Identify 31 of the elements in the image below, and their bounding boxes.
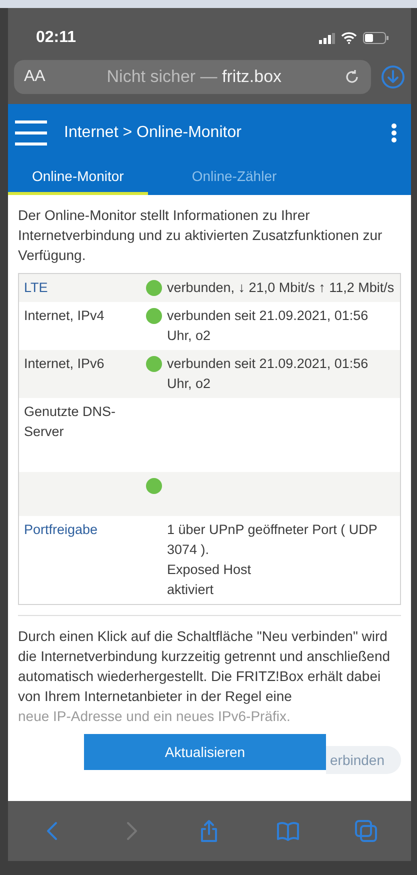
signal-icon xyxy=(319,32,335,44)
explanation-text-faded: neue IP-Adresse und ein neues IPv6-Präfix. xyxy=(18,707,292,726)
refresh-button[interactable]: Aktualisieren xyxy=(84,734,326,770)
intro-text: Der Online-Monitor stellt Informationen zu Ihrer Internetverbindung und zu aktivierten Zusatzfunktionen zur Verfügung. xyxy=(18,206,384,265)
clock-time: 02:11 xyxy=(36,29,76,47)
reconnect-button[interactable]: erbinden xyxy=(326,746,400,774)
row-label: Internet, IPv4 xyxy=(23,307,106,325)
text-size-button[interactable]: AA xyxy=(24,68,46,86)
row-value: Exposed Host xyxy=(167,561,252,579)
address-bar[interactable]: AA Nicht sicher — fritz.box xyxy=(14,60,371,94)
breadcrumb: Internet > Online-Monitor xyxy=(64,124,242,142)
tab[interactable]: Online-Zähler xyxy=(168,164,301,195)
url-text: Nicht sicher — fritz.box xyxy=(106,67,283,87)
more-icon[interactable] xyxy=(391,123,397,143)
battery-icon xyxy=(363,32,389,44)
download-icon[interactable] xyxy=(381,65,405,89)
row-link[interactable]: LTE xyxy=(19,278,141,298)
menu-icon[interactable] xyxy=(14,120,48,146)
row-value: 1 über UPnP geöffneter Port ( UDP 3074 ). xyxy=(167,521,378,559)
row-value: aktiviert xyxy=(167,581,215,599)
bookmarks-icon[interactable] xyxy=(276,819,300,843)
row-label: Internet, IPv6 xyxy=(23,355,106,373)
explanation-text: Durch einen Klick auf die Schaltfläche "Neu verbinden" wird die Internetverbindung kurzzeitig getrennt und anschließend automatisch wiederhergestellt. Die FRITZ!Box erhält dabei von Ihrem Internetanbieter in der Regel eine xyxy=(18,627,392,706)
row-value: verbunden seit 21.09.2021, 01:56 Uhr, o2 xyxy=(167,307,370,345)
reload-icon[interactable] xyxy=(343,68,361,86)
row-value: verbunden, ↓ 21,0 Mbit/s ↑ 11,2 Mbit/s xyxy=(167,279,396,297)
row-value: verbunden seit 21.09.2021, 01:56 Uhr, o2 xyxy=(167,355,370,393)
wifi-icon xyxy=(341,32,357,44)
row-label: Genutzte DNS-Server xyxy=(23,403,117,441)
row-link[interactable]: Portfreigabe xyxy=(19,520,141,540)
tabs-icon[interactable] xyxy=(354,819,378,843)
